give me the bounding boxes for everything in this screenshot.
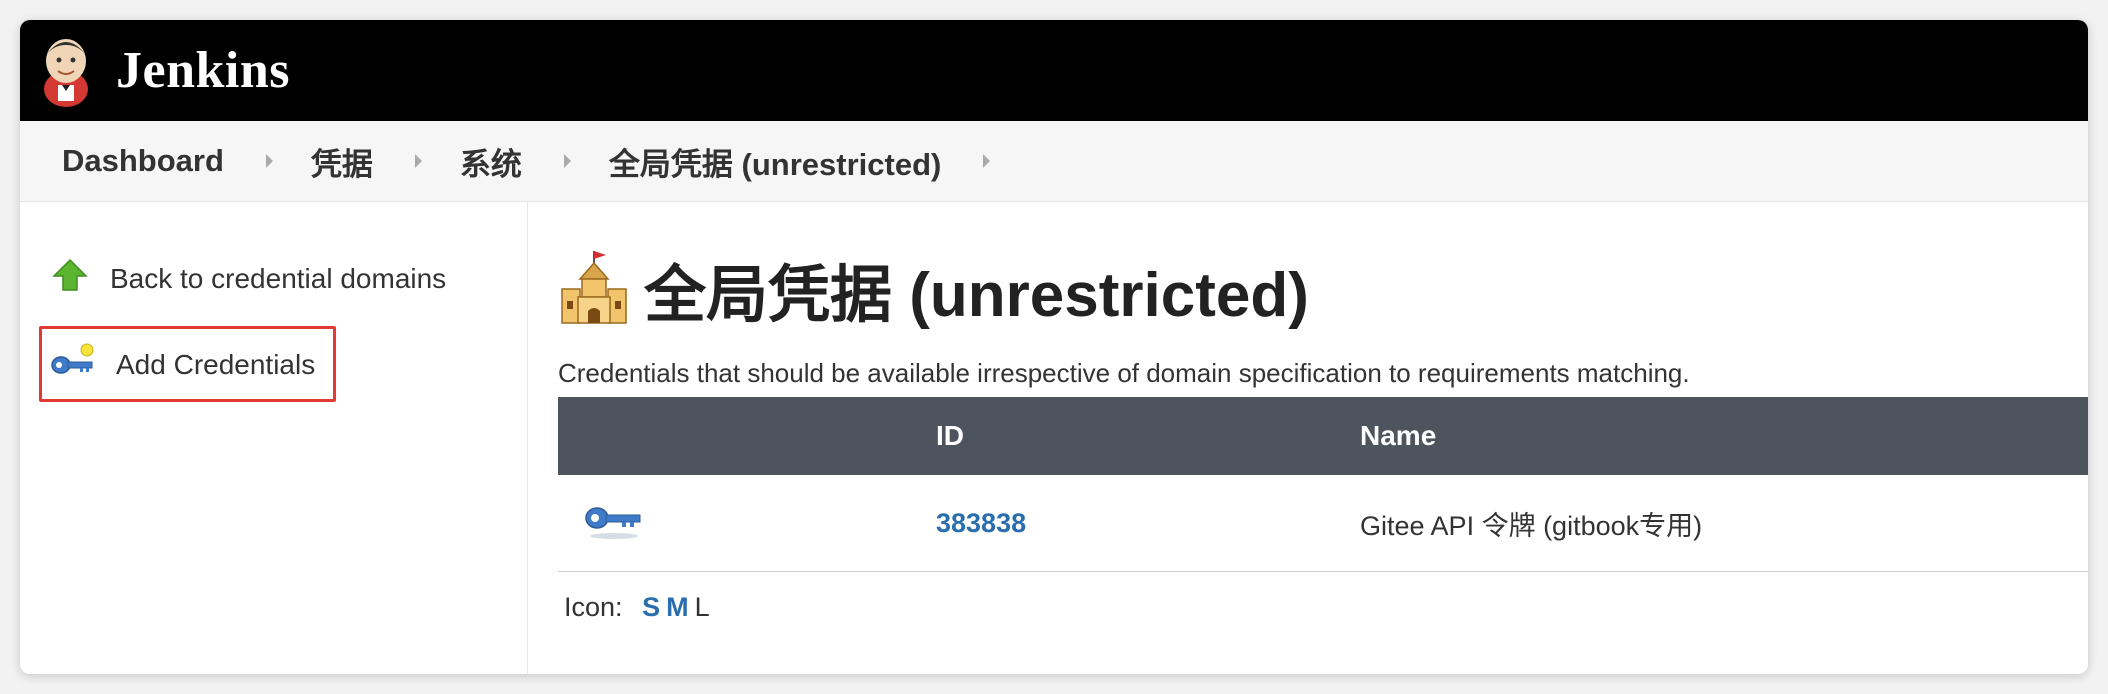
credentials-table: ID Name 383838 Gitee API 令牌 (gitbook专用) (558, 397, 2088, 572)
column-header-icon[interactable] (558, 397, 936, 475)
back-to-domains-link[interactable]: Back to credential domains (50, 256, 446, 301)
table-cell-id: 383838 (936, 475, 1360, 572)
castle-icon (558, 249, 630, 330)
add-credentials-label: Add Credentials (116, 348, 316, 380)
add-credentials-link[interactable]: Add Credentials (50, 342, 315, 387)
breadcrumb-separator-icon[interactable] (563, 154, 571, 168)
column-header-name[interactable]: Name (1360, 397, 2088, 475)
main-panel: 全局凭据 (unrestricted) Credentials that sho… (528, 202, 2088, 674)
key-add-icon (50, 342, 96, 387)
key-icon (584, 506, 644, 546)
page-title-row: 全局凭据 (unrestricted) (558, 244, 2088, 334)
content-area: Back to credential domains Add Credentia… (20, 202, 2088, 674)
breadcrumb: Dashboard 凭据 系统 全局凭据 (unrestricted) (20, 121, 2088, 202)
icon-size-selector: Icon: SML (564, 592, 2088, 623)
up-arrow-icon (50, 256, 90, 301)
breadcrumb-separator-icon[interactable] (265, 154, 273, 168)
icon-size-label: Icon: (564, 592, 623, 622)
back-to-domains-label: Back to credential domains (110, 262, 447, 294)
breadcrumb-system[interactable]: 系统 (460, 139, 522, 184)
page-description: Credentials that should be available irr… (558, 358, 1690, 388)
page-title: 全局凭据 (unrestricted) (644, 261, 1309, 330)
app-brand[interactable]: Jenkins (116, 41, 290, 100)
side-panel: Back to credential domains Add Credentia… (20, 202, 528, 674)
icon-size-large-current: L (694, 592, 710, 622)
breadcrumb-separator-icon[interactable] (414, 154, 422, 168)
page-header: Jenkins (20, 20, 2088, 121)
browser-window: Jenkins Dashboard 凭据 系统 全局凭据 (unrestrict… (20, 20, 2088, 674)
icon-size-medium-link[interactable]: M (666, 592, 689, 622)
breadcrumb-separator-icon[interactable] (983, 154, 991, 168)
table-header-row: ID Name (558, 397, 2088, 475)
breadcrumb-global-credentials[interactable]: 全局凭据 (unrestricted) (609, 139, 941, 184)
jenkins-logo-icon[interactable] (36, 33, 96, 109)
column-header-id[interactable]: ID (936, 397, 1360, 475)
breadcrumb-dashboard[interactable]: Dashboard (62, 143, 224, 179)
credential-id-link[interactable]: 383838 (936, 508, 1026, 538)
table-cell-name: Gitee API 令牌 (gitbook专用) (1360, 475, 2088, 572)
breadcrumb-credentials[interactable]: 凭据 (311, 139, 373, 184)
icon-size-small-link[interactable]: S (642, 592, 660, 622)
table-row: 383838 Gitee API 令牌 (gitbook专用) (558, 475, 2088, 572)
table-cell-icon (558, 475, 936, 572)
